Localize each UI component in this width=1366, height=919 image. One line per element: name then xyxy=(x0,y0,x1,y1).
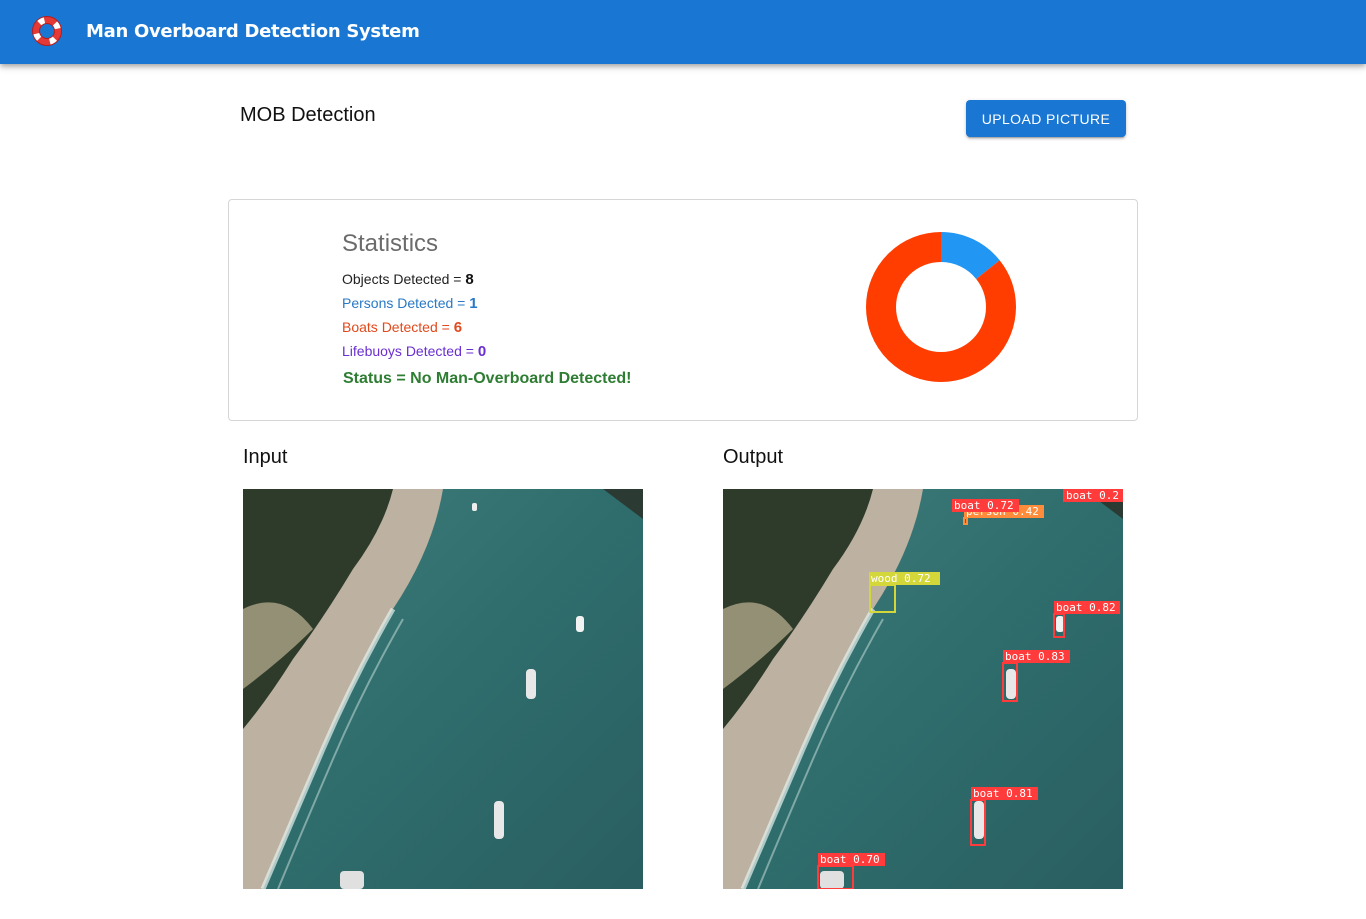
detection-label: boat 0.83 xyxy=(1005,650,1065,663)
objects-detected-stat: Objects Detected = 8 xyxy=(342,271,474,288)
detection-label: boat 0.72 xyxy=(954,499,1014,512)
detection-label: boat 0.2 xyxy=(1066,489,1119,502)
detection-label: boat 0.81 xyxy=(973,787,1033,800)
detection-label: boat 0.82 xyxy=(1056,601,1116,614)
detection-label: wood 0.72 xyxy=(871,572,931,585)
detection-label: boat 0.70 xyxy=(820,853,880,866)
persons-detected-label: Persons Detected = xyxy=(342,295,470,311)
objects-detected-value: 8 xyxy=(465,271,474,288)
boats-detected-value: 6 xyxy=(453,319,463,336)
persons-detected-value: 1 xyxy=(469,295,478,312)
boats-detected-stat: Boats Detected = 6 xyxy=(342,319,462,336)
lifebuoys-detected-label: Lifebuoys Detected = xyxy=(342,343,478,359)
input-label: Input xyxy=(243,446,288,468)
output-label: Output xyxy=(723,446,784,468)
lifebuoys-detected-stat: Lifebuoys Detected = 0 xyxy=(342,343,486,360)
detection-box: boat 0.2 xyxy=(1063,489,1123,502)
boats-detected-label: Boats Detected = xyxy=(342,319,454,335)
objects-detected-label: Objects Detected = xyxy=(342,271,466,287)
statistics-card: Statistics Objects Detected = 8 Persons … xyxy=(228,199,1138,421)
lifebuoys-detected-value: 0 xyxy=(477,343,487,360)
detection-status: Status = No Man-Overboard Detected! xyxy=(343,370,632,387)
output-image: person 0.42 boat 0.72 boat 0.2 wood 0.72… xyxy=(723,489,1123,889)
input-image xyxy=(243,489,643,889)
detections-donut-chart xyxy=(866,232,1016,382)
statistics-title: Statistics xyxy=(342,230,439,257)
page-title: MOB Detection xyxy=(240,104,376,126)
lifebuoy-icon xyxy=(32,16,62,46)
app-title: Man Overboard Detection System xyxy=(86,21,420,42)
persons-detected-stat: Persons Detected = 1 xyxy=(342,295,478,312)
upload-picture-button[interactable]: UPLOAD PICTURE xyxy=(966,100,1126,137)
detection-box: boat 0.72 xyxy=(952,499,1019,512)
app-bar: Man Overboard Detection System xyxy=(0,0,1366,64)
